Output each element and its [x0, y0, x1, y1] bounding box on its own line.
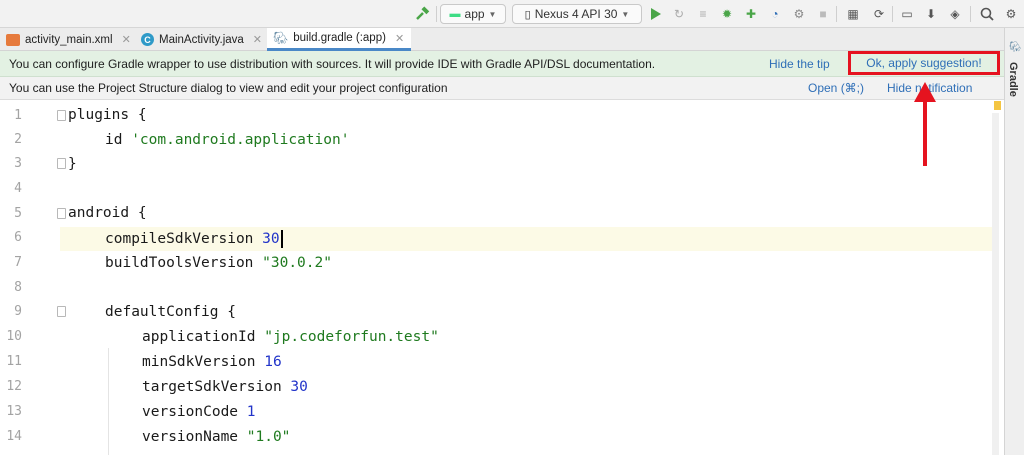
- open-project-structure-link[interactable]: Open (⌘;): [808, 81, 864, 95]
- code-line-7: buildToolsVersion "30.0.2": [105, 255, 332, 271]
- tab-mainactivity-java[interactable]: C MainActivity.java ✕: [135, 28, 265, 51]
- project-structure-icon[interactable]: ▦: [844, 4, 862, 24]
- line-number: 3: [14, 156, 22, 171]
- main-toolbar: ▬ app ▼ ▯ Nexus 4 API 30 ▼ ↻ ≡ ✹ ✚ ◔ ⚙ ■…: [0, 0, 1024, 28]
- tab-label: activity_main.xml: [25, 33, 113, 46]
- layout-inspector-icon[interactable]: ◈: [946, 4, 964, 24]
- annotation-arrow: [914, 82, 936, 166]
- code-line-6: compileSdkVersion 30: [105, 227, 283, 251]
- line-number: 9: [14, 304, 22, 319]
- code-line-13: versionCode 1: [142, 404, 256, 420]
- line-number: 6: [14, 230, 22, 245]
- line-number: 7: [14, 255, 22, 270]
- text-caret: [280, 230, 283, 248]
- code-line-10: applicationId "jp.codeforfun.test": [142, 329, 439, 345]
- fold-end-marker-icon[interactable]: [57, 158, 66, 169]
- search-icon[interactable]: [978, 4, 996, 24]
- code-line-5: android {: [68, 205, 147, 221]
- line-number: 1: [14, 108, 22, 123]
- run-icon[interactable]: [647, 4, 665, 24]
- debug-icon[interactable]: ✹: [718, 4, 736, 24]
- tab-activity-main-xml[interactable]: activity_main.xml ✕: [0, 28, 133, 51]
- profiler-gauge-icon[interactable]: ◔: [766, 4, 784, 24]
- code-line-9: defaultConfig {: [105, 304, 236, 320]
- settings-gear-icon[interactable]: ⚙: [1002, 4, 1020, 24]
- fold-marker-icon[interactable]: [57, 110, 66, 121]
- indent-guide: [108, 348, 109, 455]
- build-hammer-icon[interactable]: [413, 4, 431, 24]
- run-config-selector[interactable]: ▬ app ▼: [440, 4, 506, 24]
- gradle-panel-label: Gradle: [1007, 62, 1019, 97]
- line-number: 14: [6, 429, 22, 444]
- project-structure-message: You can use the Project Structure dialog…: [9, 81, 448, 95]
- ide-window: ▬ app ▼ ▯ Nexus 4 API 30 ▼ ↻ ≡ ✹ ✚ ◔ ⚙ ■…: [0, 0, 1024, 455]
- gradle-side-panel[interactable]: 🐘︎ Gradle: [1004, 28, 1024, 455]
- stop-icon[interactable]: ■: [814, 4, 832, 24]
- code-line-3: }: [68, 156, 77, 172]
- tab-label: MainActivity.java: [159, 33, 244, 46]
- run-config-label: app: [464, 7, 485, 21]
- chevron-down-icon: ▼: [488, 9, 497, 19]
- apply-changes-restart-icon[interactable]: ↻: [670, 4, 688, 24]
- line-number: 12: [6, 379, 22, 394]
- code-line-1: plugins {: [68, 107, 147, 123]
- line-number: 11: [6, 354, 22, 369]
- warning-marker[interactable]: [994, 101, 1001, 110]
- fold-marker-icon[interactable]: [57, 306, 66, 317]
- line-number: 2: [14, 132, 22, 147]
- tab-label: build.gradle (:app): [293, 32, 386, 44]
- close-icon[interactable]: ✕: [253, 33, 262, 46]
- gradle-elephant-icon: 🐘︎: [1009, 42, 1022, 53]
- code-editor[interactable]: 1 2 3 4 5 6 7 8 9 10 11 12 13 14 plugins…: [0, 100, 1004, 455]
- device-label: Nexus 4 API 30: [534, 7, 618, 21]
- avd-manager-icon[interactable]: ▭: [898, 4, 916, 24]
- android-icon: ▬: [449, 8, 461, 20]
- apply-suggestion-label: Ok, apply suggestion!: [866, 56, 982, 70]
- attach-debugger-icon[interactable]: ⚙: [790, 4, 808, 24]
- line-number: 10: [6, 329, 22, 344]
- layout-file-icon: [6, 33, 20, 46]
- vertical-scrollbar[interactable]: [992, 113, 999, 455]
- profile-icon[interactable]: ✚: [742, 4, 760, 24]
- tab-build-gradle-app[interactable]: 🐘︎ build.gradle (:app) ✕: [267, 28, 411, 51]
- line-number: 4: [14, 181, 22, 196]
- chevron-down-icon: ▼: [621, 9, 630, 19]
- editor-tabs: activity_main.xml ✕ C MainActivity.java …: [0, 28, 1004, 51]
- line-number-gutter: 1 2 3 4 5 6 7 8 9 10 11 12 13 14: [0, 100, 60, 455]
- hide-tip-link[interactable]: Hide the tip: [769, 57, 830, 71]
- device-phone-icon: ▯: [524, 8, 531, 21]
- code-line-11: minSdkVersion 16: [142, 354, 282, 370]
- close-icon[interactable]: ✕: [122, 33, 131, 46]
- project-structure-banner: You can use the Project Structure dialog…: [0, 77, 1004, 100]
- code-line-2: id 'com.android.application': [105, 132, 350, 148]
- gradle-elephant-icon: 🐘︎: [273, 31, 289, 45]
- line-number: 8: [14, 280, 22, 295]
- line-number: 13: [6, 404, 22, 419]
- device-selector[interactable]: ▯ Nexus 4 API 30 ▼: [512, 4, 642, 24]
- java-class-icon: C: [141, 33, 154, 46]
- fold-marker-icon[interactable]: [57, 208, 66, 219]
- sync-gradle-icon[interactable]: ⟳: [870, 4, 888, 24]
- code-line-14: versionName "1.0": [142, 429, 291, 445]
- apply-suggestion-link[interactable]: Ok, apply suggestion!: [848, 51, 1000, 75]
- apply-code-changes-icon[interactable]: ≡: [694, 4, 712, 24]
- line-number: 5: [14, 206, 22, 221]
- close-icon[interactable]: ✕: [395, 32, 404, 45]
- gradle-tip-message: You can configure Gradle wrapper to use …: [9, 57, 656, 71]
- code-line-12: targetSdkVersion 30: [142, 379, 308, 395]
- sdk-manager-icon[interactable]: ⬇: [922, 4, 940, 24]
